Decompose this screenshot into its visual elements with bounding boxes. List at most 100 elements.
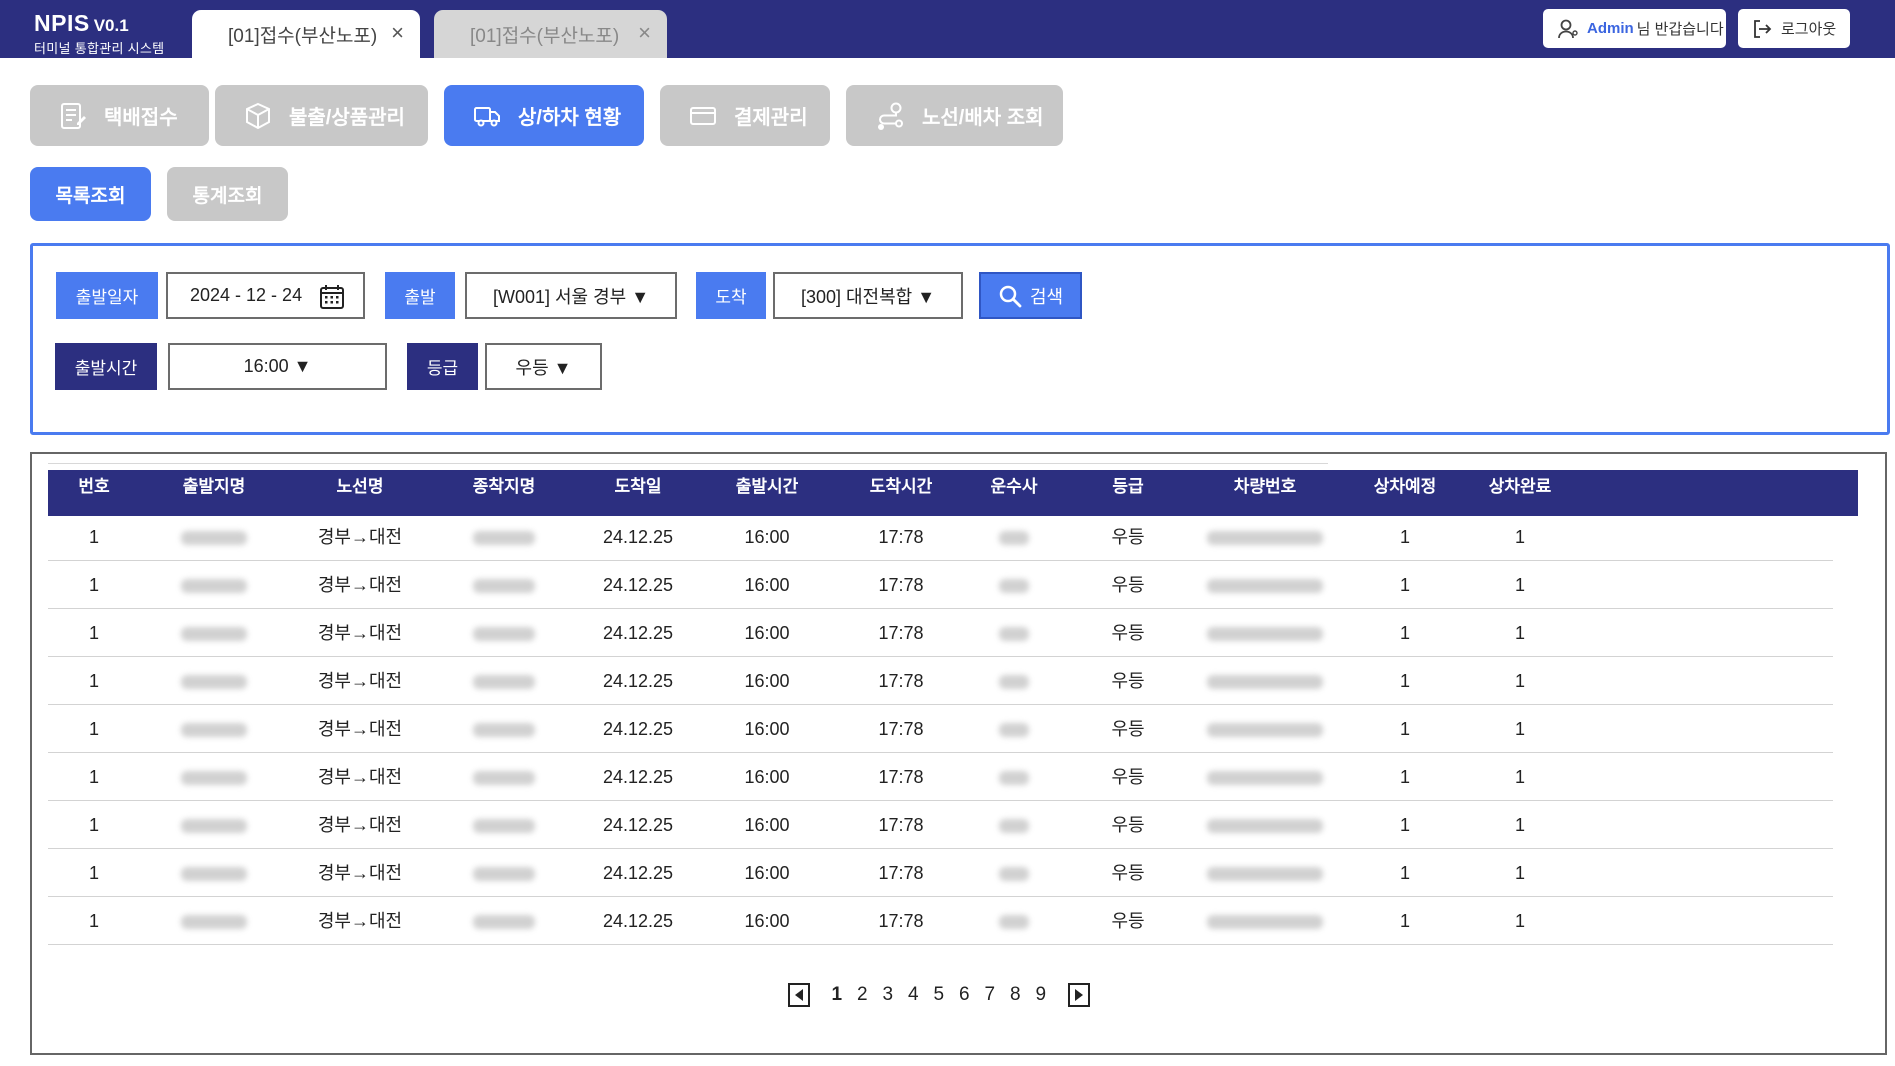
- col-grade-cell: 우등: [1111, 527, 1145, 547]
- col-grade-cell: 우등: [1111, 575, 1145, 595]
- page-number-4[interactable]: 4: [901, 984, 927, 1006]
- page-number-9[interactable]: 9: [1028, 984, 1054, 1006]
- col-departure-time-cell: 16:00: [744, 527, 790, 547]
- col-number-cell: 1: [88, 863, 100, 883]
- close-icon[interactable]: ×: [391, 22, 404, 44]
- col-vehicle-number-redacted: [1207, 531, 1323, 545]
- col-number-cell: 1: [88, 767, 100, 787]
- arrival-label: 도착: [696, 272, 766, 319]
- departure-date-field[interactable]: 2024 - 12 - 24: [166, 272, 365, 319]
- column-header-departure-name: 출발지명: [182, 477, 246, 496]
- menu-label: 택배접수: [104, 107, 178, 129]
- table-row[interactable]: 1 경부→대전 24.12.25 16:00 17:78 우등 1 1: [48, 849, 1833, 897]
- greeting-text: 님 반갑습니다: [1636, 21, 1724, 38]
- col-load-done-cell: 1: [1514, 719, 1526, 739]
- menu-payment[interactable]: 결제관리: [660, 85, 830, 146]
- col-route-name-cell: 경부→대전: [317, 575, 403, 595]
- col-destination-name-redacted: [473, 915, 535, 929]
- col-load-done-cell: 1: [1514, 671, 1526, 691]
- menu-label: 상/하차 현황: [518, 107, 622, 129]
- grade-select[interactable]: 우등 ▼: [485, 343, 602, 390]
- tab-label: [01]접수(부산노포): [228, 25, 378, 47]
- table-row[interactable]: 1 경부→대전 24.12.25 16:00 17:78 우등 1 1: [48, 561, 1833, 609]
- table-row[interactable]: 1 경부→대전 24.12.25 16:00 17:78 우등 1 1: [48, 609, 1833, 657]
- departure-time-select[interactable]: 16:00 ▼: [168, 343, 387, 390]
- menu-parcel-reception[interactable]: 택배접수: [30, 85, 209, 146]
- next-page-button[interactable]: [1067, 983, 1090, 1007]
- col-load-done-cell: 1: [1514, 767, 1526, 787]
- tab-reception-active[interactable]: [01]접수(부산노포) ×: [192, 10, 420, 58]
- page-number-3[interactable]: 3: [875, 984, 901, 1006]
- col-load-planned-cell: 1: [1399, 671, 1411, 691]
- table-row[interactable]: 1 경부→대전 24.12.25 16:00 17:78 우등 1 1: [48, 513, 1833, 561]
- menu-label: 결제관리: [734, 107, 808, 129]
- column-header-number: 번호: [78, 477, 110, 496]
- calendar-icon[interactable]: [319, 284, 345, 310]
- col-arrival-date-cell: 24.12.25: [602, 623, 674, 643]
- logout-button[interactable]: 로그아웃: [1738, 9, 1850, 48]
- col-destination-name-redacted: [473, 531, 535, 545]
- col-carrier-redacted: [999, 915, 1029, 929]
- page-number-6[interactable]: 6: [952, 984, 978, 1006]
- page-number-7[interactable]: 7: [977, 984, 1003, 1006]
- col-vehicle-number-redacted: [1207, 627, 1323, 641]
- menu-release-product[interactable]: 불출/상품관리: [215, 85, 428, 146]
- col-departure-name-redacted: [181, 723, 247, 737]
- page-number-8[interactable]: 8: [1003, 984, 1029, 1006]
- pagination: 123456789: [788, 982, 1090, 1008]
- subtab-list-view[interactable]: 목록조회: [30, 167, 151, 221]
- col-number-cell: 1: [88, 719, 100, 739]
- table-row[interactable]: 1 경부→대전 24.12.25 16:00 17:78 우등 1 1: [48, 801, 1833, 849]
- route-icon: [878, 102, 903, 130]
- user-icon: [1558, 19, 1578, 38]
- close-icon[interactable]: ×: [638, 22, 651, 44]
- col-departure-time-cell: 16:00: [744, 623, 790, 643]
- tab-reception-inactive[interactable]: [01]접수(부산노포) ×: [434, 10, 667, 58]
- subtab-statistics-view[interactable]: 통계조회: [167, 167, 288, 221]
- col-load-done-cell: 1: [1514, 623, 1526, 643]
- menu-loading-status[interactable]: 상/하차 현황: [444, 85, 644, 146]
- col-arrival-date-cell: 24.12.25: [602, 815, 674, 835]
- tab-label: [01]접수(부산노포): [470, 25, 620, 47]
- col-vehicle-number-redacted: [1207, 771, 1323, 785]
- departure-select[interactable]: [W001] 서울 경부 ▼: [465, 272, 677, 319]
- col-load-planned-cell: 1: [1399, 767, 1411, 787]
- page-number-1[interactable]: 1: [824, 984, 850, 1006]
- triangle-left-icon: [795, 989, 803, 1001]
- triangle-right-icon: [1074, 989, 1083, 1001]
- table-row[interactable]: 1 경부→대전 24.12.25 16:00 17:78 우등 1 1: [48, 753, 1833, 801]
- col-arrival-time-cell: 17:78: [878, 719, 924, 739]
- app-name: NPIS: [34, 10, 90, 36]
- arrival-select[interactable]: [300] 대전복합 ▼: [773, 272, 963, 319]
- col-departure-time-cell: 16:00: [744, 767, 790, 787]
- col-grade-cell: 우등: [1111, 767, 1145, 787]
- app-version: V0.1: [93, 16, 129, 35]
- search-button[interactable]: 검색: [979, 272, 1082, 319]
- col-departure-time-cell: 16:00: [744, 815, 790, 835]
- col-carrier-redacted: [999, 675, 1029, 689]
- col-load-done-cell: 1: [1514, 815, 1526, 835]
- table-row[interactable]: 1 경부→대전 24.12.25 16:00 17:78 우등 1 1: [48, 705, 1833, 753]
- col-arrival-time-cell: 17:78: [878, 671, 924, 691]
- col-departure-name-redacted: [181, 915, 247, 929]
- prev-page-button[interactable]: [788, 983, 810, 1007]
- col-vehicle-number-redacted: [1207, 915, 1323, 929]
- table-row[interactable]: 1 경부→대전 24.12.25 16:00 17:78 우등 1 1: [48, 897, 1833, 945]
- table-header: 번호 출발지명 노선명 종착지명 도착일 출발시간 도착시간 운수사 등급 차량번호 상차예정 상차완…: [48, 470, 1858, 516]
- logout-icon: [1754, 19, 1772, 38]
- date-value: 2024 - 12 - 24: [190, 285, 303, 305]
- col-route-name-cell: 경부→대전: [317, 815, 403, 835]
- col-destination-name-redacted: [473, 867, 535, 881]
- col-number-cell: 1: [88, 623, 100, 643]
- col-number-cell: 1: [88, 911, 100, 931]
- col-route-name-cell: 경부→대전: [317, 671, 403, 691]
- user-greeting-button[interactable]: Admin 님 반갑습니다: [1543, 9, 1726, 48]
- page-number-5[interactable]: 5: [926, 984, 952, 1006]
- col-departure-name-redacted: [181, 675, 247, 689]
- table-row[interactable]: 1 경부→대전 24.12.25 16:00 17:78 우등 1 1: [48, 657, 1833, 705]
- page-number-2[interactable]: 2: [850, 984, 876, 1006]
- col-arrival-time-cell: 17:78: [878, 911, 924, 931]
- menu-route-dispatch[interactable]: 노선/배차 조회: [846, 85, 1063, 146]
- col-departure-name-redacted: [181, 771, 247, 785]
- col-destination-name-redacted: [473, 819, 535, 833]
